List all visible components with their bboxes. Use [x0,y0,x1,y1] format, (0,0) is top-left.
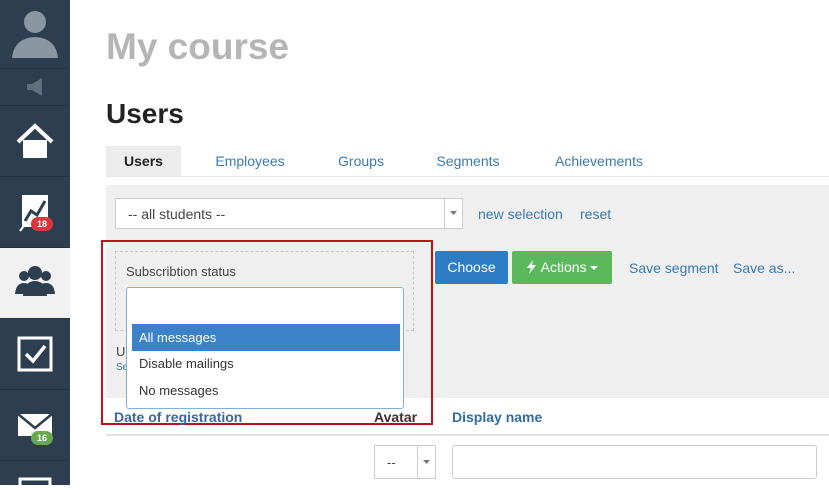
sidebar-item-announcement[interactable] [0,69,70,106]
tab-users[interactable]: Users [106,146,181,176]
actions-label: Actions [540,259,587,275]
new-selection-link[interactable]: new selection [478,206,563,222]
actions-button[interactable]: Actions [512,251,612,284]
partial-label: U [116,344,126,359]
chart-icon [19,195,48,232]
display-name-filter-input[interactable] [452,445,817,479]
reset-link[interactable]: reset [580,206,611,222]
sidebar-item-users[interactable] [0,248,70,319]
selection-select[interactable]: -- all students -- [115,198,463,229]
subscription-search-input[interactable] [126,287,404,321]
chevron-down-icon [417,446,435,478]
column-date-of-registration[interactable]: Date of registration [114,409,242,425]
user-silhouette-icon [12,11,58,58]
sidebar: 18 16 [0,0,70,490]
table-divider [106,434,829,436]
tab-bar: Users Employees Groups Segments Achievem… [106,146,829,177]
column-display-name[interactable]: Display name [452,409,542,425]
course-title: My course [106,26,290,67]
page-title: Users [106,98,184,129]
subscription-options: All messages Disable mailings No message… [126,321,404,409]
sidebar-avatar[interactable] [0,0,70,69]
sidebar-item-tasks[interactable] [0,319,70,390]
home-icon [16,123,54,158]
messages-badge: 16 [31,431,54,445]
option-all-messages[interactable]: All messages [132,324,400,351]
stats-badge: 18 [31,217,54,231]
sidebar-item-stats[interactable]: 18 [0,177,70,248]
document-icon [18,477,52,490]
caret-down-icon [590,266,599,270]
sidebar-item-messages[interactable]: 16 [0,390,70,461]
avatar-filter-select[interactable]: -- [374,445,436,479]
tab-employees[interactable]: Employees [202,146,298,176]
selection-value: -- all students -- [128,206,226,222]
option-disable-mailings[interactable]: Disable mailings [132,350,400,377]
chevron-down-icon [444,199,462,228]
choose-button[interactable]: Choose [435,251,508,284]
envelope-icon [17,413,53,436]
tab-segments[interactable]: Segments [426,146,510,176]
sidebar-item-more[interactable] [0,461,70,490]
save-segment-link[interactable]: Save segment [629,260,719,276]
sidebar-item-home[interactable] [0,106,70,177]
checkbox-icon [17,336,53,372]
bolt-icon [526,260,536,274]
tab-achievements[interactable]: Achievements [544,146,654,176]
option-no-messages[interactable]: No messages [132,377,400,404]
megaphone-icon [27,78,42,96]
avatar-filter-value: -- [387,455,396,470]
users-group-icon [15,266,55,296]
tab-groups[interactable]: Groups [321,146,401,176]
subscription-label: Subscribtion status [126,264,236,279]
column-avatar: Avatar [374,409,418,425]
save-as-link[interactable]: Save as... [733,260,795,276]
